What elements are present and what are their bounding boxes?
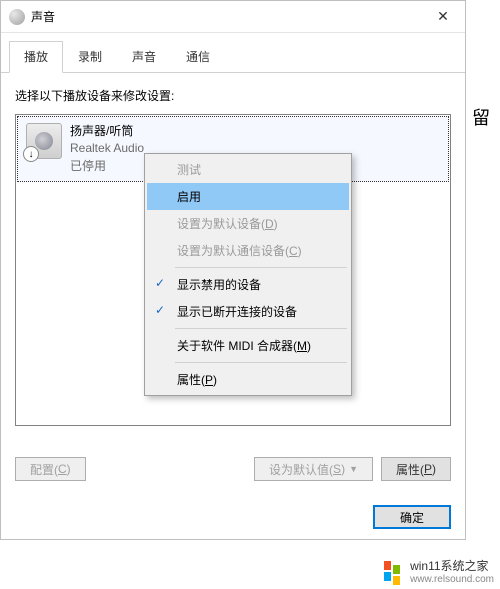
instruction-text: 选择以下播放设备来修改设置: bbox=[15, 87, 451, 104]
sound-icon bbox=[9, 9, 25, 25]
menu-separator bbox=[175, 328, 347, 329]
close-button[interactable]: ✕ bbox=[423, 3, 463, 31]
context-menu: 测试 启用 设置为默认设备(D) 设置为默认通信设备(C) ✓ 显示禁用的设备 … bbox=[144, 153, 352, 396]
tabstrip: 播放 录制 声音 通信 bbox=[1, 33, 465, 73]
speaker-icon: ↓ bbox=[26, 123, 62, 159]
device-list: ↓ 扬声器/听筒 Realtek Audio 已停用 测试 启用 设置为默认设备… bbox=[15, 114, 451, 426]
menu-properties[interactable]: 属性(P) bbox=[147, 366, 349, 393]
properties-button[interactable]: 属性(P) bbox=[381, 457, 451, 481]
device-status: 已停用 bbox=[70, 158, 144, 175]
tab-sound[interactable]: 声音 bbox=[117, 41, 171, 72]
device-info: 扬声器/听筒 Realtek Audio 已停用 bbox=[70, 123, 144, 175]
device-driver: Realtek Audio bbox=[70, 140, 144, 157]
menu-separator bbox=[175, 267, 347, 268]
menu-test: 测试 bbox=[147, 156, 349, 183]
check-icon: ✓ bbox=[155, 276, 165, 290]
watermark-title: win11系统之家 bbox=[410, 557, 494, 574]
watermark-url: www.relsound.com bbox=[410, 574, 494, 585]
dialog-buttons: 确定 bbox=[373, 505, 451, 529]
ok-button[interactable]: 确定 bbox=[373, 505, 451, 529]
action-buttons: 配置(C) 设为默认值(S) ▼ 属性(P) bbox=[1, 447, 465, 491]
tab-comm[interactable]: 通信 bbox=[171, 41, 225, 72]
side-char: 留 bbox=[472, 104, 496, 130]
sound-dialog: 声音 ✕ 播放 录制 声音 通信 选择以下播放设备来修改设置: ↓ 扬声器/听筒… bbox=[0, 0, 466, 540]
menu-show-disabled[interactable]: ✓ 显示禁用的设备 bbox=[147, 271, 349, 298]
set-default-button: 设为默认值(S) ▼ bbox=[254, 457, 373, 481]
menu-separator bbox=[175, 362, 347, 363]
check-icon: ✓ bbox=[155, 303, 165, 317]
titlebar: 声音 ✕ bbox=[1, 1, 465, 33]
menu-set-default: 设置为默认设备(D) bbox=[147, 210, 349, 237]
window-title: 声音 bbox=[31, 8, 423, 25]
configure-button: 配置(C) bbox=[15, 457, 86, 481]
tab-content: 选择以下播放设备来修改设置: ↓ 扬声器/听筒 Realtek Audio 已停… bbox=[1, 73, 465, 426]
menu-enable[interactable]: 启用 bbox=[147, 183, 349, 210]
logo-icon bbox=[384, 561, 404, 581]
tab-playback[interactable]: 播放 bbox=[9, 41, 63, 73]
menu-set-comm-default: 设置为默认通信设备(C) bbox=[147, 237, 349, 264]
device-name: 扬声器/听筒 bbox=[70, 123, 144, 140]
tab-record[interactable]: 录制 bbox=[63, 41, 117, 72]
down-arrow-icon: ↓ bbox=[23, 146, 39, 162]
menu-show-disconnected[interactable]: ✓ 显示已断开连接的设备 bbox=[147, 298, 349, 325]
chevron-down-icon: ▼ bbox=[349, 464, 358, 474]
watermark: win11系统之家 www.relsound.com bbox=[384, 557, 494, 585]
menu-about-midi[interactable]: 关于软件 MIDI 合成器(M) bbox=[147, 332, 349, 359]
